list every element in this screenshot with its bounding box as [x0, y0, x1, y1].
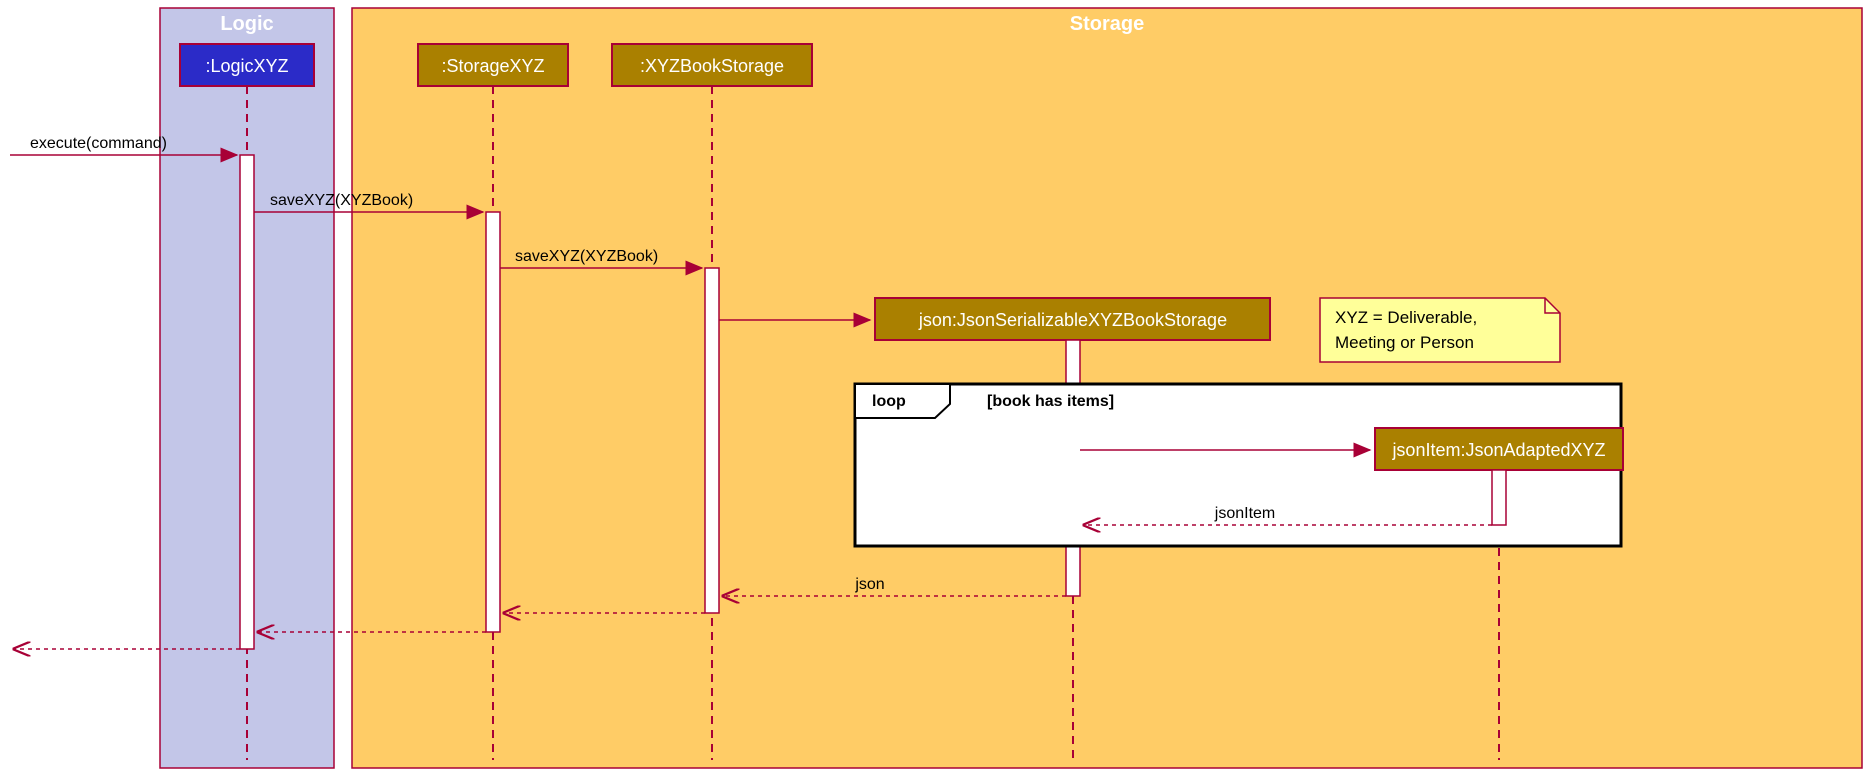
- sequence-diagram: Logic Storage :LogicXYZ :StorageXYZ :XYZ…: [0, 0, 1870, 772]
- participant-logicxyz-label: :LogicXYZ: [205, 56, 288, 76]
- participant-jsonserializable-label: json:JsonSerializableXYZBookStorage: [918, 310, 1227, 330]
- note-xyz: XYZ = Deliverable, Meeting or Person: [1320, 298, 1560, 362]
- msg-savexyz-2-label: saveXYZ(XYZBook): [515, 248, 658, 265]
- participant-xyzbookstorage-label: :XYZBookStorage: [640, 56, 784, 76]
- activation-xyzbookstorage: [705, 268, 719, 613]
- logic-frame-title: Logic: [220, 13, 273, 35]
- note-line1: XYZ = Deliverable,: [1335, 308, 1477, 327]
- msg-execute-label: execute(command): [30, 135, 167, 152]
- participant-storagexyz-label: :StorageXYZ: [441, 56, 544, 76]
- activation-storagexyz: [486, 212, 500, 632]
- msg-savexyz-1-label: saveXYZ(XYZBook): [270, 192, 413, 209]
- note-line2: Meeting or Person: [1335, 333, 1474, 352]
- loop-label: loop: [872, 393, 906, 410]
- loop-guard: [book has items]: [987, 393, 1114, 410]
- msg-jsonitem-label: jsonItem: [1214, 505, 1275, 522]
- activation-jsonadapted: [1492, 470, 1506, 525]
- storage-frame-title: Storage: [1070, 13, 1144, 35]
- participant-jsonadapted-label: jsonItem:JsonAdaptedXYZ: [1391, 440, 1605, 460]
- activation-logicxyz: [240, 155, 254, 649]
- msg-json-label: json: [854, 576, 884, 593]
